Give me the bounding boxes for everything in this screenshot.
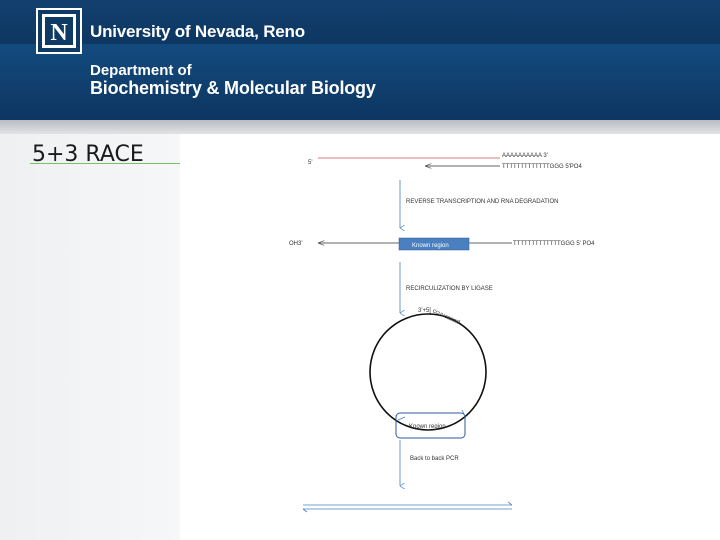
junction-label: 3'+5[ — [418, 308, 431, 314]
known-region-label: Known region — [412, 243, 449, 249]
cdna-primer-label: TTTTTTTTTTTTTGGG 5' PO4 — [513, 241, 595, 247]
pcr-product-arrow-left — [302, 508, 308, 513]
oh3-label: OH3' — [289, 241, 302, 247]
step3-label: Back to back PCR — [410, 456, 459, 462]
primer-label: TTTTTTTTTTTTTGGG 5'PO4 — [502, 164, 582, 170]
race-diagram: 5' AAAAAAAAAA 3' TTTTTTTTTTTTTGGG 5'PO4 … — [289, 153, 595, 513]
step2-label: RECIRCULIZATION BY LIGASE — [406, 286, 493, 292]
pcr-product-arrow-right — [507, 501, 513, 506]
pcr-primer-left — [397, 416, 406, 421]
ligation-tail-label: ccuuaaaad — [431, 308, 460, 326]
mrna-5prime-label: 5' — [308, 160, 312, 166]
polya-tail-label: AAAAAAAAAA 3' — [502, 153, 548, 159]
step1-label: REVERSE TRANSCRIPTION AND RNA DEGRADATIO… — [406, 199, 558, 205]
known-region-circle-label: Known region — [409, 424, 446, 430]
